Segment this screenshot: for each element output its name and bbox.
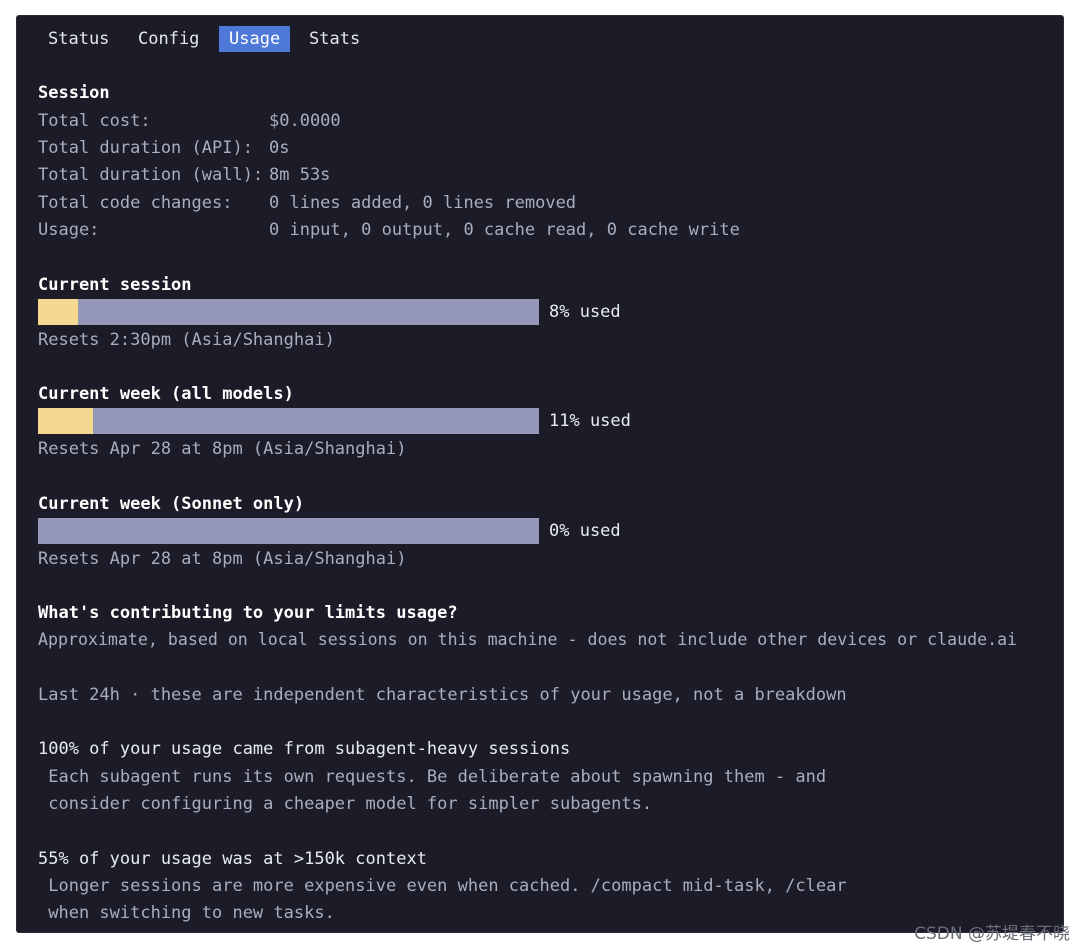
usage-progress-fill — [38, 299, 79, 325]
limit-resets: Resets 2:30pm (Asia/Shanghai) — [38, 330, 335, 350]
limit-resets: Resets Apr 28 at 8pm (Asia/Shanghai) — [38, 439, 407, 459]
usage-label: Usage: — [38, 220, 100, 240]
tab-usage[interactable]: Usage — [219, 26, 291, 52]
contrib-item-text: when switching to new tasks. — [38, 903, 335, 923]
total-cost-label: Total cost: — [38, 111, 151, 131]
usage-progress-fill — [38, 408, 94, 434]
code-changes-value: 0 lines added, 0 lines removed — [269, 193, 577, 213]
usage-progress-bar — [38, 408, 539, 434]
usage-percent-label: 8% used — [549, 302, 621, 322]
contrib-item-title: 100% of your usage came from subagent-he… — [38, 739, 571, 759]
contrib-item-text: Each subagent runs its own requests. Be … — [38, 767, 827, 787]
session-heading: Session — [38, 83, 110, 103]
contrib-period: Last 24h · these are independent charact… — [38, 685, 847, 705]
duration-api-label: Total duration (API): — [38, 138, 253, 158]
limit-title: Current session — [38, 275, 192, 295]
contrib-item-text: consider configuring a cheaper model for… — [38, 794, 653, 814]
usage-percent-label: 0% used — [549, 521, 621, 541]
tab-status[interactable]: Status — [38, 26, 119, 52]
limit-resets: Resets Apr 28 at 8pm (Asia/Shanghai) — [38, 549, 407, 569]
code-changes-label: Total code changes: — [38, 193, 233, 213]
contrib-item-title: 55% of your usage was at >150k context — [38, 849, 427, 869]
usage-progress-bar — [38, 299, 539, 325]
watermark: CSDN @苏堤春不晓 — [914, 924, 1070, 944]
limit-title: Current week (Sonnet only) — [38, 494, 305, 514]
tab-config[interactable]: Config — [128, 26, 209, 52]
contrib-heading: What's contributing to your limits usage… — [38, 603, 458, 623]
duration-wall-label: Total duration (wall): — [38, 165, 264, 185]
duration-api-value: 0s — [269, 138, 290, 158]
total-cost-value: $0.0000 — [269, 111, 341, 131]
limit-title: Current week (all models) — [38, 384, 294, 404]
contrib-item-text: Longer sessions are more expensive even … — [38, 876, 847, 896]
duration-wall-value: 8m 53s — [269, 165, 331, 185]
usage-percent-label: 11% used — [549, 411, 631, 431]
tab-stats[interactable]: Stats — [299, 26, 370, 52]
usage-value: 0 input, 0 output, 0 cache read, 0 cache… — [269, 220, 740, 240]
terminal-window: Status Config Usage Stats Session Total … — [17, 16, 1063, 932]
contrib-subtitle: Approximate, based on local sessions on … — [38, 630, 1018, 649]
usage-progress-bar — [38, 518, 539, 544]
